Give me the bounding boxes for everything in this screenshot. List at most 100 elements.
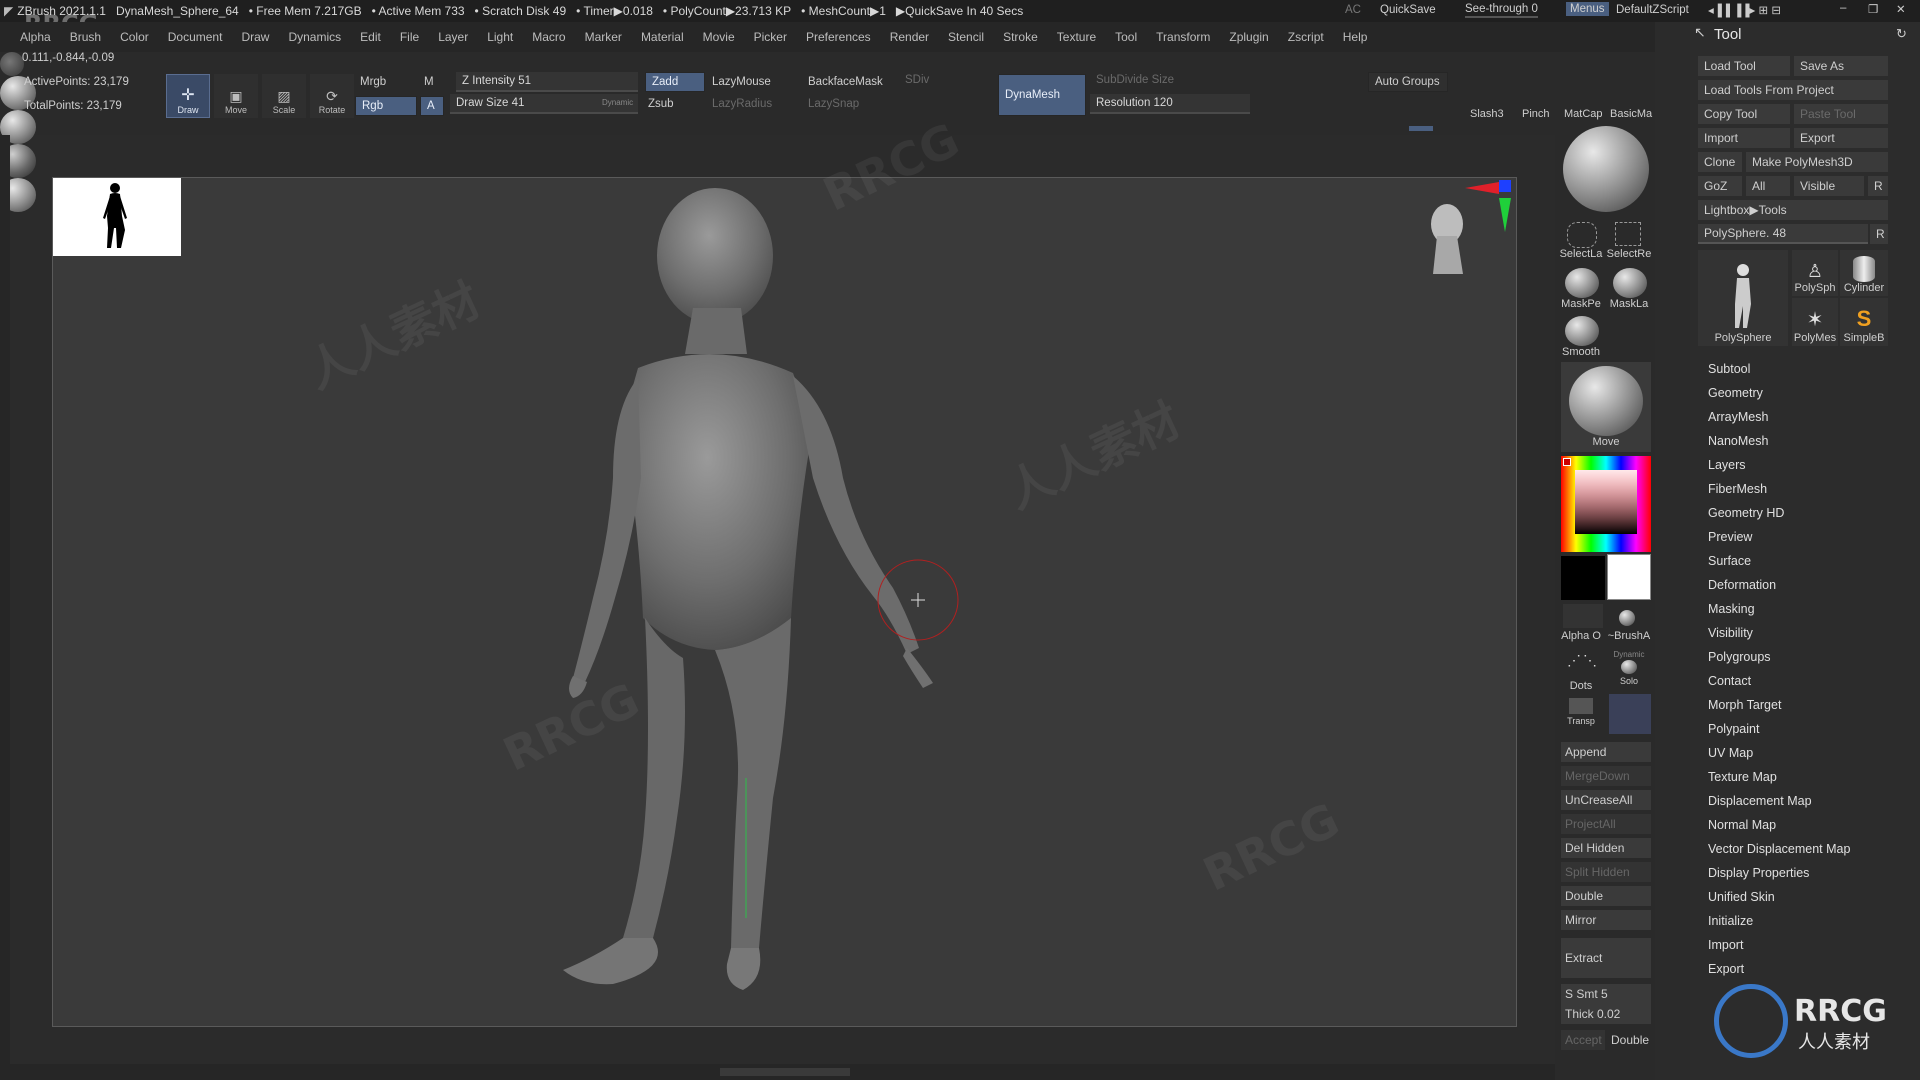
uncreaseall-button[interactable]: UnCreaseAll xyxy=(1561,790,1651,810)
lazyradius-slider[interactable]: LazyRadius xyxy=(712,98,772,110)
load-tools-from-project-button[interactable]: Load Tools From Project xyxy=(1698,80,1888,100)
window-layout-icons[interactable]: ◂▐▐ ▐▐▸ ⊞ ⊟ xyxy=(1708,3,1781,17)
current-tool-slider[interactable]: PolySphere. 48 xyxy=(1698,224,1868,244)
tool-thumb-polysph[interactable]: ♙ PolySph xyxy=(1792,250,1838,296)
tool-thumb-cylinder[interactable]: Cylinder xyxy=(1840,250,1888,296)
draw-mode-button[interactable]: ✛ Draw xyxy=(166,74,210,118)
s-smt-slider[interactable]: S Smt 5 xyxy=(1561,984,1651,1004)
tool-section-uv-map[interactable]: UV Map xyxy=(1708,746,1753,760)
menu-alpha[interactable]: Alpha xyxy=(20,30,51,44)
goz-all-button[interactable]: All xyxy=(1746,176,1790,196)
tool-section-deformation[interactable]: Deformation xyxy=(1708,578,1776,592)
zsub-button[interactable]: Zsub xyxy=(648,98,674,110)
load-tool-button[interactable]: Load Tool xyxy=(1698,56,1790,76)
tool-section-subtool[interactable]: Subtool xyxy=(1708,362,1750,376)
menu-layer[interactable]: Layer xyxy=(438,30,468,44)
menu-stencil[interactable]: Stencil xyxy=(948,30,984,44)
menu-dynamics[interactable]: Dynamics xyxy=(288,30,341,44)
select-lasso-icon[interactable] xyxy=(1567,222,1597,248)
tool-section-visibility[interactable]: Visibility xyxy=(1708,626,1753,640)
tool-section-fibermesh[interactable]: FiberMesh xyxy=(1708,482,1767,496)
backfacemask-button[interactable]: BackfaceMask xyxy=(808,76,883,88)
tool-section-polypaint[interactable]: Polypaint xyxy=(1708,722,1759,736)
menu-brush[interactable]: Brush xyxy=(70,30,101,44)
lightbox-tools-button[interactable]: Lightbox▶Tools xyxy=(1698,200,1888,220)
menu-help[interactable]: Help xyxy=(1343,30,1368,44)
auto-groups-button[interactable]: Auto Groups xyxy=(1368,72,1448,92)
sdiv-slider[interactable]: SDiv xyxy=(905,74,929,86)
projectall-button[interactable]: ProjectAll xyxy=(1561,814,1651,834)
goz-r-button[interactable]: R xyxy=(1868,176,1888,196)
tool-section-displacement-map[interactable]: Displacement Map xyxy=(1708,794,1812,808)
del-hidden-button[interactable]: Del Hidden xyxy=(1561,838,1651,858)
palette-back-icon[interactable]: ↖ xyxy=(1694,24,1706,41)
menus-toggle[interactable]: Menus xyxy=(1566,2,1609,16)
alpha-off-icon[interactable] xyxy=(1563,604,1603,628)
menu-draw[interactable]: Draw xyxy=(241,30,269,44)
double-toggle[interactable]: Double xyxy=(1611,1033,1649,1047)
menu-light[interactable]: Light xyxy=(487,30,513,44)
menu-tool[interactable]: Tool xyxy=(1115,30,1137,44)
menu-texture[interactable]: Texture xyxy=(1057,30,1096,44)
rotate-mode-button[interactable]: ⟳ Rotate xyxy=(310,74,354,118)
tool-section-preview[interactable]: Preview xyxy=(1708,530,1752,544)
transp-icon[interactable] xyxy=(1569,698,1593,714)
copy-tool-button[interactable]: Copy Tool xyxy=(1698,104,1790,124)
tool-thumb-polysphere[interactable]: PolySphere xyxy=(1698,250,1788,346)
tool-section-contact[interactable]: Contact xyxy=(1708,674,1751,688)
canvas-viewport[interactable] xyxy=(52,177,1517,1027)
menu-color[interactable]: Color xyxy=(120,30,149,44)
dynamic-solo-toggle[interactable]: Dynamic xyxy=(1605,650,1653,659)
tool-thumb-polymesh[interactable]: ✶ PolyMes xyxy=(1792,298,1838,346)
goz-visible-button[interactable]: Visible xyxy=(1794,176,1864,196)
smooth-brush-icon[interactable] xyxy=(1565,316,1599,346)
scale-mode-button[interactable]: ▨ Scale xyxy=(262,74,306,118)
mask-pen-icon[interactable] xyxy=(1565,268,1599,298)
tool-section-layers[interactable]: Layers xyxy=(1708,458,1746,472)
palette-refresh-icon[interactable]: ↻ xyxy=(1896,26,1907,42)
color-picker-sv-square[interactable] xyxy=(1575,470,1637,534)
thick-slider[interactable]: Thick 0.02 xyxy=(1561,1004,1651,1024)
menu-zscript[interactable]: Zscript xyxy=(1288,30,1324,44)
tool-section-polygroups[interactable]: Polygroups xyxy=(1708,650,1771,664)
paste-tool-button[interactable]: Paste Tool xyxy=(1794,104,1888,124)
sculpt-figure[interactable] xyxy=(53,178,1517,1027)
secondary-color-swatch[interactable] xyxy=(1561,556,1605,600)
tool-section-morph-target[interactable]: Morph Target xyxy=(1708,698,1781,712)
menu-render[interactable]: Render xyxy=(890,30,929,44)
select-rect-icon[interactable] xyxy=(1615,222,1641,246)
menu-movie[interactable]: Movie xyxy=(703,30,735,44)
mergedown-button[interactable]: MergeDown xyxy=(1561,766,1651,786)
tool-section-import[interactable]: Import xyxy=(1708,938,1743,952)
z-intensity-slider[interactable]: Z Intensity 51 xyxy=(456,72,638,92)
brush-alpha-icon[interactable] xyxy=(1619,610,1635,626)
menu-edit[interactable]: Edit xyxy=(360,30,381,44)
menu-transform[interactable]: Transform xyxy=(1156,30,1210,44)
mask-lasso-icon[interactable] xyxy=(1613,268,1647,298)
tool-section-masking[interactable]: Masking xyxy=(1708,602,1755,616)
zadd-button[interactable]: Zadd xyxy=(645,72,705,92)
split-hidden-button[interactable]: Split Hidden xyxy=(1561,862,1651,882)
tool-section-surface[interactable]: Surface xyxy=(1708,554,1751,568)
make-polymesh3d-button[interactable]: Make PolyMesh3D xyxy=(1746,152,1888,172)
export-tool-button[interactable]: Export xyxy=(1794,128,1888,148)
ghost-toggle[interactable] xyxy=(1609,694,1651,734)
menu-picker[interactable]: Picker xyxy=(754,30,787,44)
mrgb-button[interactable]: Mrgb xyxy=(360,76,386,88)
solo-icon[interactable] xyxy=(1621,660,1637,674)
clone-button[interactable]: Clone xyxy=(1698,152,1742,172)
dynamic-toggle[interactable]: Dynamic xyxy=(602,98,633,107)
menu-zplugin[interactable]: Zplugin xyxy=(1229,30,1268,44)
menu-macro[interactable]: Macro xyxy=(532,30,565,44)
close-icon[interactable]: ✕ xyxy=(1896,2,1906,16)
bottom-shelf-handle[interactable] xyxy=(720,1068,850,1076)
goz-button[interactable]: GoZ xyxy=(1698,176,1742,196)
move-mode-button[interactable]: ▣ Move xyxy=(214,74,258,118)
restore-icon[interactable]: ❐ xyxy=(1868,2,1878,16)
minimize-icon[interactable]: ‒ xyxy=(1840,2,1846,14)
menu-material[interactable]: Material xyxy=(641,30,684,44)
tool-section-geometry[interactable]: Geometry xyxy=(1708,386,1763,400)
tool-thumb-simplebrush[interactable]: S SimpleB xyxy=(1840,298,1888,346)
quicksave-button[interactable]: QuickSave xyxy=(1380,4,1436,16)
tool-section-vector-displacement-map[interactable]: Vector Displacement Map xyxy=(1708,842,1850,856)
